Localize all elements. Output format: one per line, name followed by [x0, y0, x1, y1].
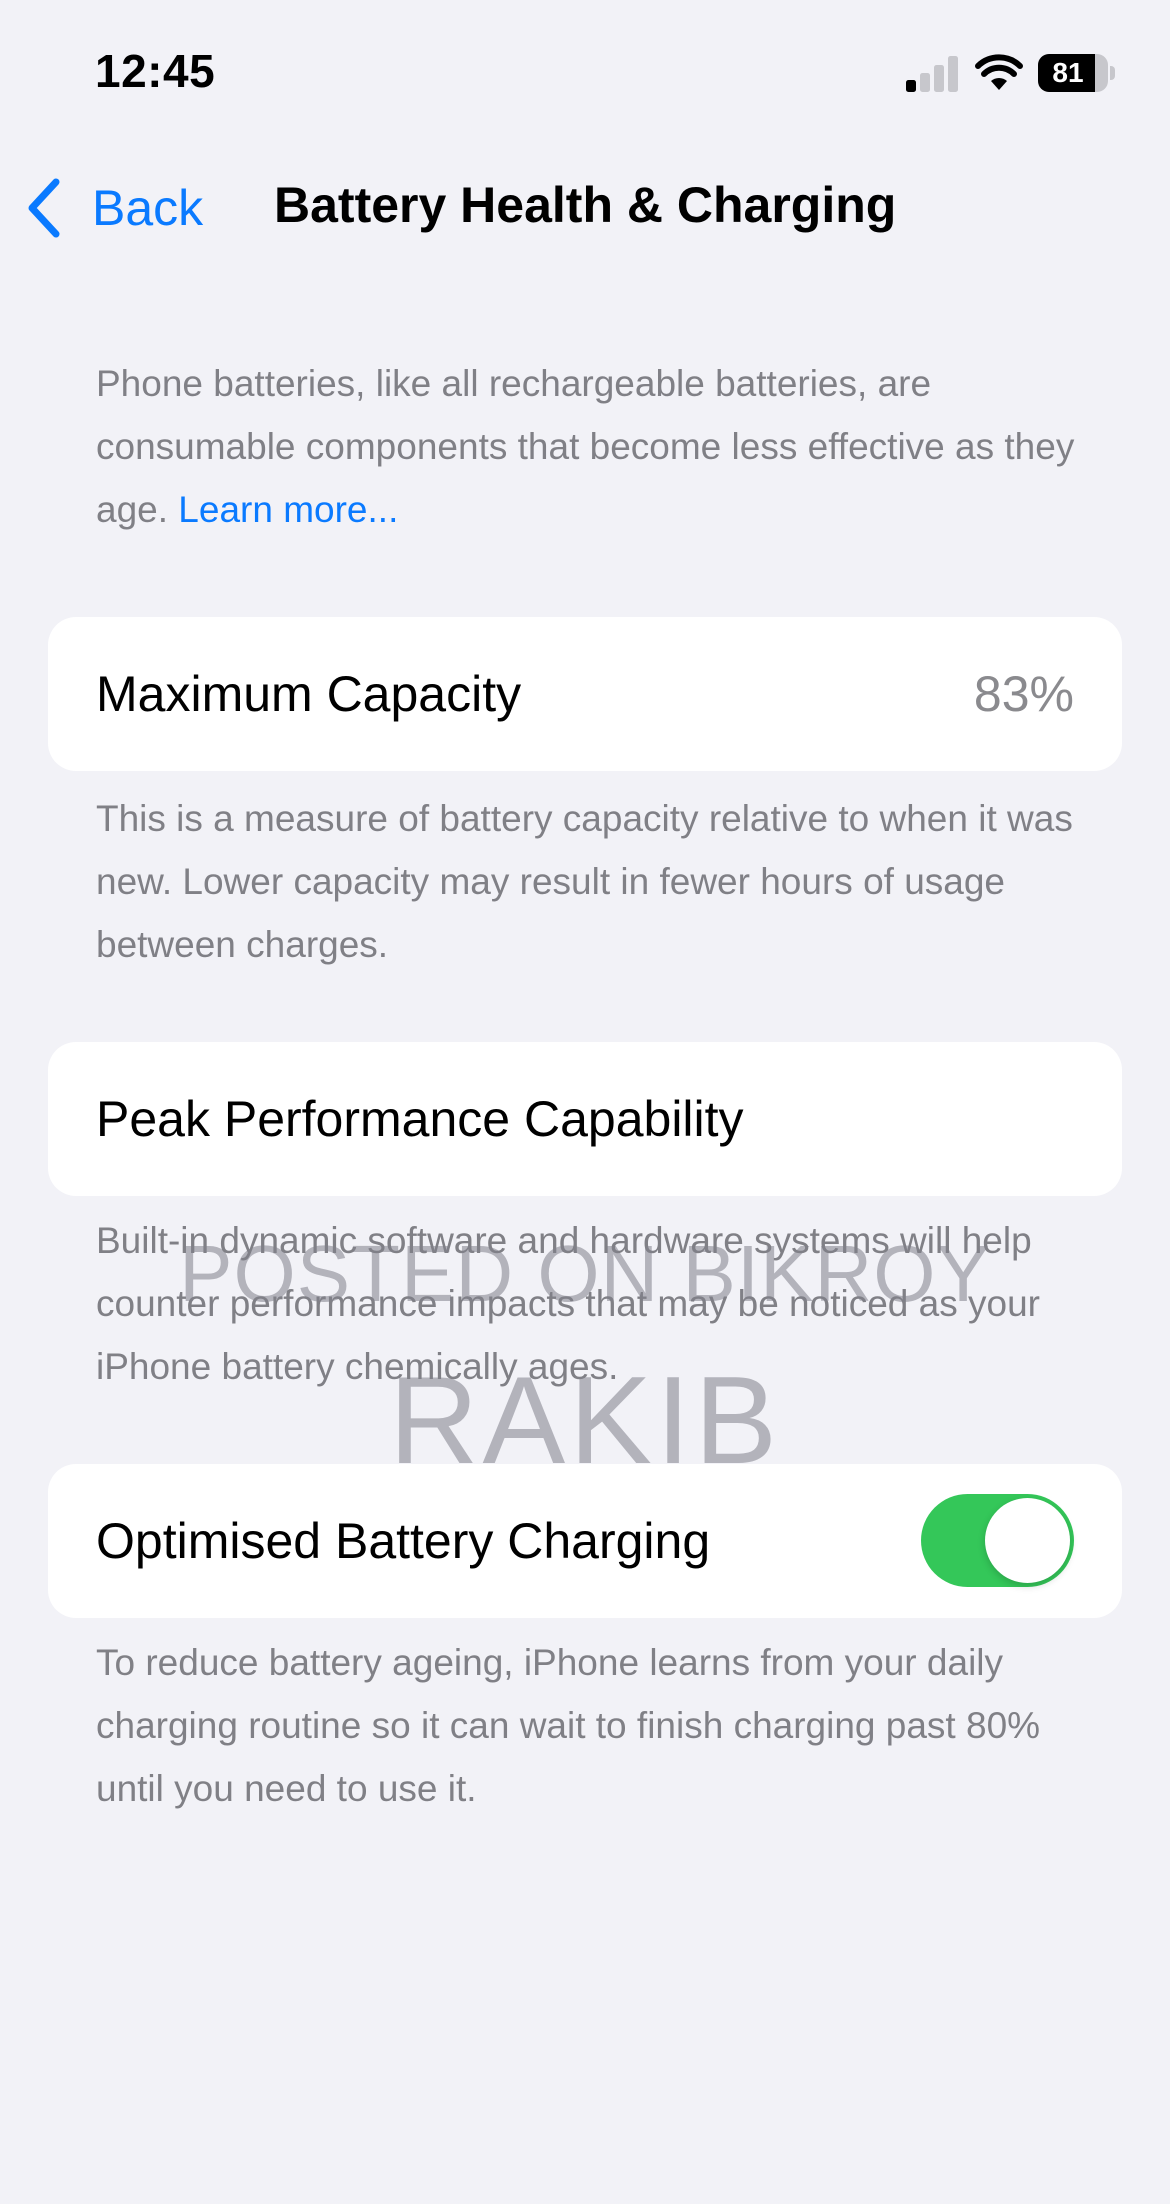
cellular-signal-icon [906, 56, 958, 92]
maximum-capacity-value: 83% [973, 666, 1074, 722]
status-bar: 12:45 81 [0, 0, 1170, 130]
peak-performance-label: Peak Performance Capability [96, 1091, 744, 1147]
optimised-charging-description: To reduce battery ageing, iPhone learns … [96, 1642, 1041, 1809]
battery-icon: 81 [1038, 54, 1116, 92]
intro-text: Phone batteries, like all rechargeable b… [96, 352, 1096, 541]
battery-level: 81 [1052, 57, 1084, 88]
optimised-charging-row: Optimised Battery Charging [48, 1464, 1122, 1618]
maximum-capacity-description: This is a measure of battery capacity re… [96, 798, 1073, 965]
battery-tip [1110, 66, 1115, 80]
toggle-knob [985, 1498, 1070, 1583]
maximum-capacity-label: Maximum Capacity [96, 666, 522, 722]
peak-performance-description: Built-in dynamic software and hardware s… [96, 1220, 1040, 1387]
chevron-left-icon [28, 178, 60, 238]
status-time: 12:45 [95, 45, 216, 97]
optimised-charging-label: Optimised Battery Charging [96, 1513, 711, 1569]
peak-performance-row: Peak Performance Capability [48, 1042, 1122, 1196]
wifi-icon [975, 54, 1023, 90]
learn-more-link[interactable]: Learn more... [178, 489, 398, 530]
page-title: Battery Health & Charging [274, 177, 897, 233]
back-label: Back [92, 180, 204, 236]
optimised-charging-toggle[interactable] [921, 1494, 1074, 1587]
back-button[interactable]: Back [24, 168, 203, 248]
maximum-capacity-row: Maximum Capacity 83% [48, 617, 1122, 771]
battery-body: 81 [1038, 54, 1108, 92]
